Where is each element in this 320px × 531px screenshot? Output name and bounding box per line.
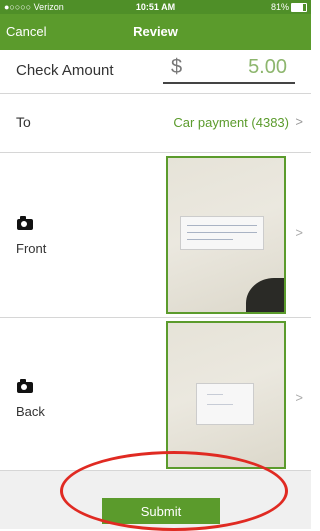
front-check-image[interactable] xyxy=(166,156,286,314)
chevron-right-icon: > xyxy=(295,114,303,129)
front-label: Front xyxy=(16,241,47,256)
chevron-right-icon: > xyxy=(295,225,303,240)
check-amount-label: Check Amount xyxy=(16,62,114,79)
footer-bar: Submit xyxy=(0,471,311,529)
back-photo-row[interactable]: Back > xyxy=(0,318,311,471)
check-back-photo xyxy=(196,383,254,425)
check-front-photo xyxy=(180,216,264,250)
navigation-bar: Cancel Review xyxy=(0,14,311,50)
check-amount-value[interactable]: 5.00 xyxy=(248,56,287,79)
front-photo-row[interactable]: Front > xyxy=(0,153,311,318)
currency-symbol: $ xyxy=(171,56,183,78)
back-check-image[interactable] xyxy=(166,321,286,469)
page-title: Review xyxy=(133,24,178,39)
back-label: Back xyxy=(16,404,45,419)
to-account-row[interactable]: To Car payment (4383) > xyxy=(0,94,311,153)
battery-icon xyxy=(291,3,307,12)
camera-icon xyxy=(17,379,33,393)
check-amount-row: Check Amount $ 5.00 xyxy=(0,50,311,94)
battery-percent: 81% xyxy=(270,2,289,12)
submit-button[interactable]: Submit xyxy=(102,498,220,524)
chevron-right-icon: > xyxy=(295,390,303,405)
check-amount-field[interactable]: $ 5.00 xyxy=(163,56,295,84)
clock: 10:51 AM xyxy=(135,2,176,12)
camera-icon xyxy=(17,216,33,230)
status-bar: ●○○○○ Verizon 10:51 AM 81% xyxy=(0,0,311,14)
to-account-value[interactable]: Car payment (4383) xyxy=(173,115,289,130)
to-label: To xyxy=(16,114,31,130)
photo-shadow xyxy=(246,278,284,312)
